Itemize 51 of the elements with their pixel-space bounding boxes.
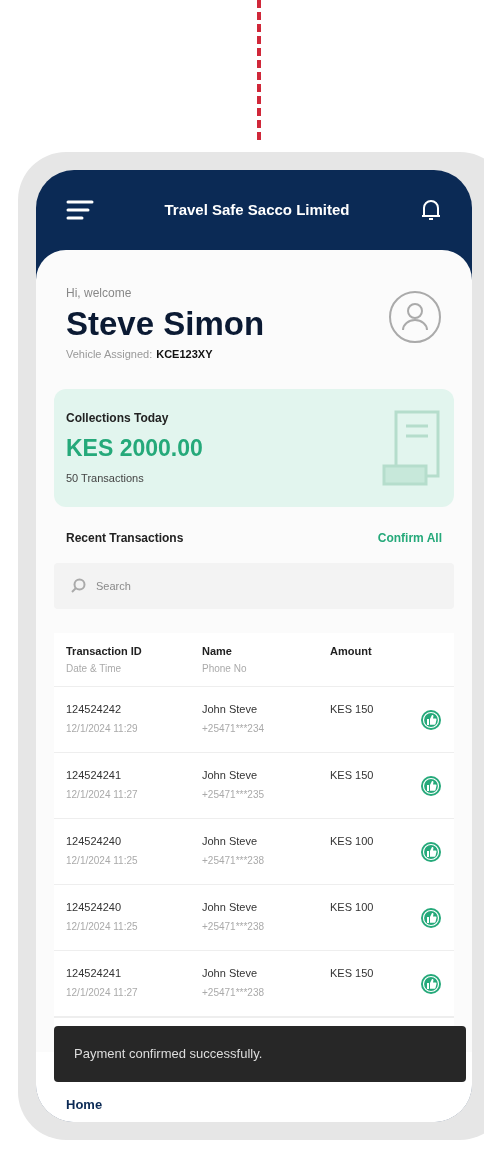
column-header: Transaction ID [66,643,143,659]
thumbs-up-icon[interactable] [420,907,442,929]
app-title: Travel Safe Sacco Limited [164,199,350,220]
vehicle-label: Vehicle Assigned: [66,347,153,362]
transaction-id: 124524242 [66,702,123,717]
user-name: Steve Simon [66,304,265,344]
vehicle-number: KCE123XY [156,347,213,362]
transaction-id: 124524240 [66,834,123,849]
thumbs-up-icon[interactable] [420,709,442,731]
thumbs-up-icon[interactable] [420,775,442,797]
transaction-id-detail: 12/1/2024 11:27 [66,985,139,1000]
collections-amount: KES 2000.00 [66,434,203,463]
transaction-id: 124524241 [66,966,123,981]
collections-title: Collections Today [66,410,170,427]
amount: KES 150 [330,966,375,981]
transaction-id-detail: 12/1/2024 11:27 [66,787,139,802]
customer-name-detail: +25471***238 [202,919,265,934]
amount: KES 150 [330,768,375,783]
section-title: Recent Transactions [66,529,184,547]
transaction-id-detail: 12/1/2024 11:25 [66,853,139,868]
greeting: Hi, welcome [66,285,133,302]
customer-name-detail: +25471***238 [202,853,265,868]
transaction-id: 124524240 [66,900,123,915]
customer-name: John Steve [202,834,259,849]
search-icon [70,577,86,594]
column-header: Name [202,643,233,659]
customer-name: John Steve [202,900,259,915]
customer-name: John Steve [202,702,259,717]
amount: KES 150 [330,702,375,717]
menu-icon[interactable] [66,199,94,221]
toast-message: Payment confirmed successfully. [74,1045,263,1064]
amount: KES 100 [330,834,375,849]
customer-name: John Steve [202,768,259,783]
customer-name-detail: +25471***235 [202,787,265,802]
transaction-id: 124524241 [66,768,123,783]
thumbs-up-icon[interactable] [420,973,442,995]
nav-tab[interactable]: Home [66,1094,103,1114]
transaction-count: 50 Transactions [66,470,145,486]
column-subheader: Phone No [202,662,248,676]
column-subheader: Date & Time [66,662,123,676]
transaction-id-detail: 12/1/2024 11:29 [66,721,139,736]
transaction-id-detail: 12/1/2024 11:25 [66,919,139,934]
customer-name-detail: +25471***234 [202,721,265,736]
notification-bell-icon[interactable] [420,198,442,222]
amount: KES 100 [330,900,375,915]
search-field[interactable]: Search [54,562,454,609]
column-header: Amount [330,643,373,659]
customer-name-detail: +25471***238 [202,985,265,1000]
customer-name: John Steve [202,966,259,981]
thumbs-up-icon[interactable] [420,841,442,863]
avatar-icon[interactable] [388,290,442,344]
